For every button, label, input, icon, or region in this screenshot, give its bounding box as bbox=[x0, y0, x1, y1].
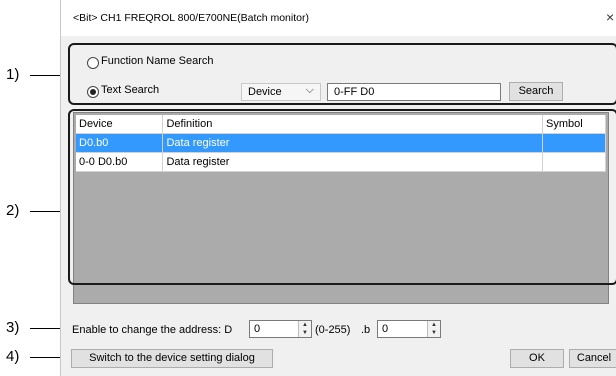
callout-3: 3) bbox=[6, 319, 20, 336]
section-2-highlight bbox=[68, 109, 616, 285]
ok-button[interactable]: OK bbox=[510, 349, 564, 368]
dialog-title: <Bit> CH1 FREQROL 800/E700NE(Batch monit… bbox=[73, 12, 309, 24]
stepper-arrows-icon[interactable]: ▲ ▼ bbox=[298, 321, 311, 337]
callout-4: 4) bbox=[6, 348, 20, 365]
address-b-stepper[interactable]: 0 ▲ ▼ bbox=[377, 320, 441, 338]
stepper-arrows-icon[interactable]: ▲ ▼ bbox=[427, 321, 440, 337]
title-bar: <Bit> CH1 FREQROL 800/E700NE(Batch monit… bbox=[61, 0, 616, 36]
address-range-text: (0-255) bbox=[315, 324, 351, 336]
address-b-value: 0 bbox=[382, 323, 389, 335]
cancel-button[interactable]: Cancel bbox=[569, 349, 616, 368]
close-icon[interactable]: × bbox=[606, 9, 614, 25]
callout-2: 2) bbox=[6, 202, 20, 219]
section-1-highlight bbox=[68, 43, 616, 105]
address-label: Enable to change the address: D bbox=[72, 324, 233, 336]
address-b-label: .b bbox=[361, 324, 371, 336]
address-d-value: 0 bbox=[254, 323, 261, 335]
address-d-stepper[interactable]: 0 ▲ ▼ bbox=[249, 320, 312, 338]
callout-1: 1) bbox=[6, 66, 20, 83]
switch-device-setting-button[interactable]: Switch to the device setting dialog bbox=[71, 349, 273, 368]
